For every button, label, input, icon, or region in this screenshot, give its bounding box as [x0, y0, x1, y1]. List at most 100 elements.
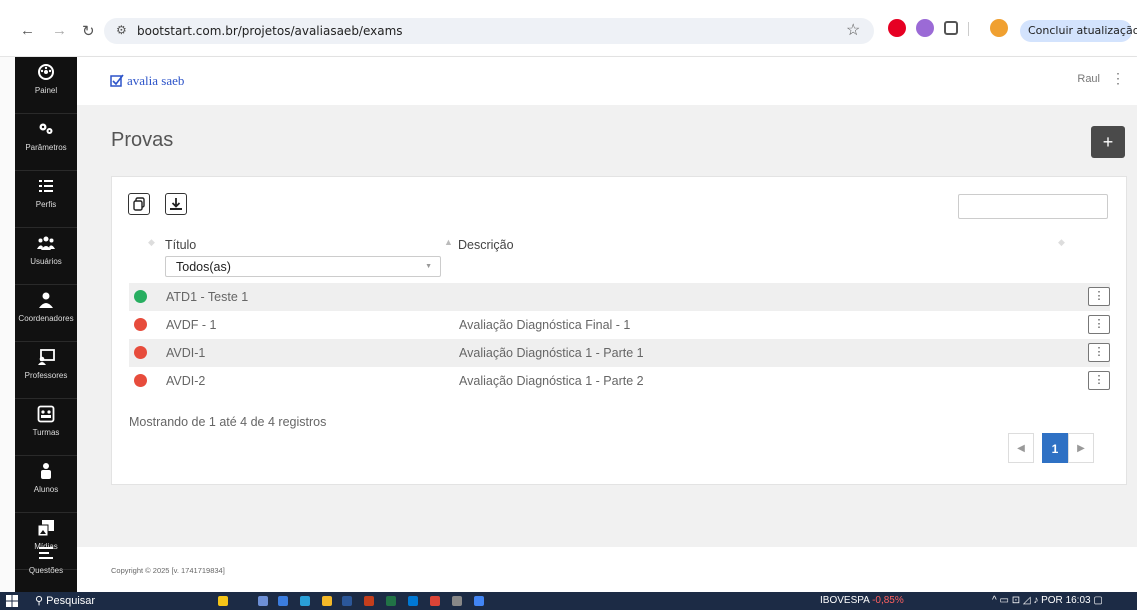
- task-view-icon[interactable]: [258, 596, 268, 606]
- pinterest-extension-icon[interactable]: [888, 19, 906, 37]
- powerpoint-icon[interactable]: [364, 596, 374, 606]
- excel-icon[interactable]: [386, 596, 396, 606]
- sidebar-item-perfis[interactable]: Perfis: [15, 171, 77, 228]
- chrome-icon[interactable]: [430, 596, 440, 606]
- chrome-active-icon[interactable]: [474, 596, 484, 606]
- sidebar-item-label: Painel: [34, 86, 58, 95]
- stock-widget[interactable]: IBOVESPA -0,85%: [820, 595, 904, 606]
- update-browser-button[interactable]: Concluir atualização ⋮: [1020, 20, 1137, 42]
- sidebar-item-label: Alunos: [33, 485, 59, 494]
- word-icon[interactable]: [342, 596, 352, 606]
- table-row[interactable]: AVDI-1 Avaliação Diagnóstica 1 - Parte 1…: [129, 339, 1110, 367]
- cell-title: ATD1 - Teste 1: [166, 290, 249, 304]
- row-actions-button[interactable]: ⋮: [1088, 287, 1110, 306]
- address-bar[interactable]: ⚙ bootstart.com.br/projetos/avaliasaeb/e…: [104, 18, 874, 44]
- title-filter-select[interactable]: Todos(as) ▼: [165, 256, 441, 277]
- table-search-input[interactable]: [958, 194, 1108, 219]
- teacher-icon: [38, 349, 55, 365]
- questions-icon: [39, 547, 53, 559]
- sidebar-item-label: Coordenadores: [18, 314, 74, 323]
- sidebar-item-painel[interactable]: Painel: [15, 57, 77, 114]
- media-icon: [37, 520, 54, 537]
- row-actions-button[interactable]: ⋮: [1088, 343, 1110, 362]
- language-indicator: POR: [1041, 595, 1063, 606]
- cell-title: AVDF - 1: [166, 318, 217, 332]
- sidebar-item-label: Parâmetros: [25, 143, 67, 152]
- outlook-icon[interactable]: [408, 596, 418, 606]
- row-actions-button[interactable]: ⋮: [1088, 371, 1110, 390]
- add-exam-button[interactable]: +: [1091, 126, 1125, 158]
- copy-button[interactable]: [128, 193, 150, 215]
- chevron-down-icon: ▼: [425, 263, 432, 270]
- page-button-current[interactable]: 1: [1042, 433, 1068, 463]
- copy-icon: [133, 197, 145, 211]
- calculator-icon[interactable]: [452, 596, 462, 606]
- sidebar: Painel Parâmetros Perfis Usuários Coorde…: [15, 57, 77, 592]
- cell-title: AVDI-1: [166, 346, 206, 360]
- back-icon[interactable]: ←: [20, 22, 35, 39]
- students-icon: [41, 463, 51, 479]
- site-info-icon[interactable]: ⚙: [116, 23, 127, 37]
- sidebar-item-alunos[interactable]: Alunos: [15, 456, 77, 513]
- column-header-descricao[interactable]: Descrição: [458, 238, 514, 252]
- download-button[interactable]: [165, 193, 187, 215]
- taskbar-search[interactable]: ⚲ Pesquisar: [35, 594, 95, 607]
- app-icon[interactable]: [278, 596, 288, 606]
- sort-icon[interactable]: ◆: [148, 237, 155, 248]
- copyright-text: Copyright © 2025 [v. 1741719834]: [111, 566, 225, 575]
- row-actions-button[interactable]: ⋮: [1088, 315, 1110, 334]
- sidebar-item-label: Questões: [28, 566, 64, 575]
- user-menu-icon[interactable]: ⋮: [1111, 70, 1125, 87]
- sidebar-item-label: Perfis: [35, 200, 57, 209]
- profile-avatar-icon[interactable]: [990, 19, 1008, 37]
- file-explorer-icon[interactable]: [322, 596, 332, 606]
- cell-description: Avaliação Diagnóstica Final - 1: [459, 318, 631, 332]
- sort-icon[interactable]: ◆: [1058, 237, 1065, 248]
- cell-description: Avaliação Diagnóstica 1 - Parte 2: [459, 374, 644, 388]
- users-icon: [37, 236, 55, 250]
- sidebar-item-professores[interactable]: Professores: [15, 342, 77, 399]
- sidebar-item-coordenadores[interactable]: Coordenadores: [15, 285, 77, 342]
- brand-logo[interactable]: avalia saeb: [110, 73, 184, 89]
- stock-name: IBOVESPA: [820, 595, 870, 606]
- classes-icon: [37, 405, 55, 423]
- taskbar-search-label: Pesquisar: [46, 595, 96, 607]
- sidebar-item-turmas[interactable]: Turmas: [15, 399, 77, 456]
- status-dot-inactive: [134, 346, 147, 359]
- gears-icon: [39, 123, 53, 134]
- copilot-icon[interactable]: [218, 596, 228, 606]
- extension-icon[interactable]: [916, 19, 934, 37]
- user-name[interactable]: Raul: [1077, 73, 1100, 85]
- sort-asc-icon[interactable]: ▲: [444, 237, 453, 247]
- stock-change: -0,85%: [872, 595, 904, 606]
- sidebar-item-questoes[interactable]: Questões: [15, 542, 77, 592]
- app-header: avalia saeb Raul ⋮: [77, 57, 1137, 105]
- brand-name: avalia saeb: [127, 73, 185, 88]
- windows-taskbar: ⚲ Pesquisar IBOVESPA -0,85% ^ ▭ ⊡ ◿ ♪ PO…: [0, 592, 1137, 610]
- table-row[interactable]: ATD1 - Teste 1 ⋮: [129, 283, 1110, 311]
- status-dot-inactive: [134, 318, 147, 331]
- exams-table-card: ◆ Título ▲ Descrição ◆ Todos(as) ▼ ATD1 …: [111, 176, 1127, 485]
- sidebar-item-parametros[interactable]: Parâmetros: [15, 114, 77, 171]
- browser-toolbar: ← → ↻ ⚙ bootstart.com.br/projetos/avalia…: [0, 0, 1137, 57]
- table-info: Mostrando de 1 até 4 de 4 registros: [129, 415, 327, 429]
- cell-title: AVDI-2: [166, 374, 206, 388]
- table-row[interactable]: AVDI-2 Avaliação Diagnóstica 1 - Parte 2…: [129, 367, 1110, 395]
- sidebar-item-label: Usuários: [30, 257, 62, 266]
- clock: 16:03: [1065, 595, 1091, 606]
- toolbar-divider: [968, 22, 969, 36]
- bookmark-star-icon[interactable]: ☆: [846, 20, 860, 40]
- column-header-titulo[interactable]: Título: [165, 238, 196, 252]
- forward-icon[interactable]: →: [52, 22, 67, 39]
- system-tray[interactable]: ^ ▭ ⊡ ◿ ♪ POR 16:03 ▢: [992, 595, 1103, 606]
- extensions-puzzle-icon[interactable]: [944, 21, 958, 35]
- reload-icon[interactable]: ↻: [82, 22, 95, 40]
- windows-start-icon[interactable]: [6, 595, 18, 607]
- table-row[interactable]: AVDF - 1 Avaliação Diagnóstica Final - 1…: [129, 311, 1110, 339]
- edge-icon[interactable]: [300, 596, 310, 606]
- download-icon: [170, 198, 182, 210]
- status-dot-active: [134, 290, 147, 303]
- sidebar-item-usuarios[interactable]: Usuários: [15, 228, 77, 285]
- previous-page-button[interactable]: ◀: [1008, 433, 1034, 463]
- next-page-button[interactable]: ▶: [1068, 433, 1094, 463]
